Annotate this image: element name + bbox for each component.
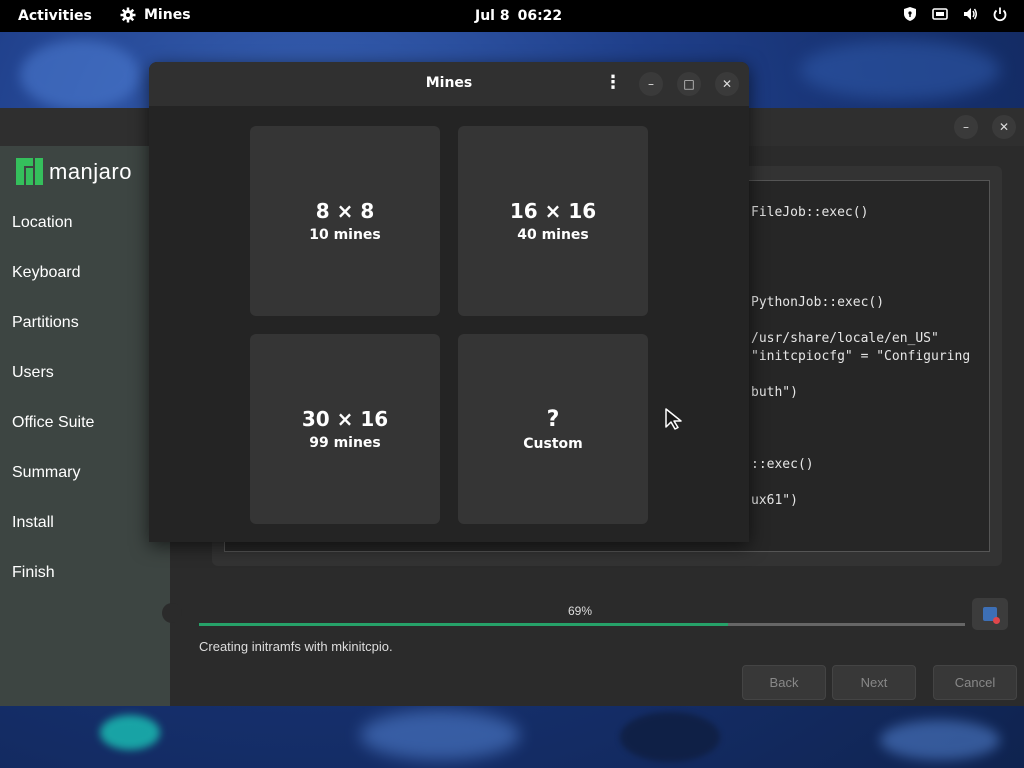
board-size-label: 8 × 8: [315, 199, 375, 223]
back-button[interactable]: Back: [742, 665, 826, 700]
brand-name: manjaro: [49, 158, 132, 184]
step-keyboard: Keyboard: [12, 264, 81, 281]
power-icon: [993, 7, 1007, 22]
wallpaper-shape: [800, 40, 1000, 100]
log-toggle-icon: [983, 607, 1000, 624]
wallpaper-shape: [20, 40, 140, 110]
maximize-icon: □: [683, 77, 695, 91]
installer-sidebar: manjaro Location Keyboard Partitions Use…: [0, 146, 182, 706]
clock-date: Jul 8: [475, 8, 510, 24]
wallpaper-shape: [100, 715, 160, 750]
mines-headerbar: Mines ⋮ – □ ✕: [149, 62, 749, 106]
status-text: Creating initramfs with mkinitcpio.: [199, 639, 393, 654]
progress-percent: 69%: [568, 604, 593, 618]
board-16x16-button[interactable]: 16 × 16 40 mines: [458, 126, 648, 316]
privacy-shield-icon: [904, 7, 916, 21]
log-line: FileJob::exec(): [751, 205, 869, 220]
gear-icon: [120, 7, 136, 23]
top-bar: Activities Mines Jul 8 06:22: [0, 0, 1024, 32]
step-users: Users: [12, 364, 54, 381]
step-location: Location: [12, 214, 73, 231]
mine-count-label: 10 mines: [309, 227, 381, 243]
clock-button[interactable]: Jul 8 06:22: [475, 8, 562, 24]
main-menu-button[interactable]: ⋮: [604, 74, 622, 92]
board-size-label: 30 × 16: [301, 407, 389, 431]
close-button[interactable]: ✕: [992, 115, 1016, 139]
maximize-button[interactable]: □: [677, 72, 701, 96]
question-mark-icon: ?: [546, 406, 560, 432]
mine-count-label: 99 mines: [309, 435, 381, 451]
minimize-icon: –: [963, 120, 969, 134]
minimize-button[interactable]: –: [639, 72, 663, 96]
system-tray[interactable]: [902, 6, 1008, 22]
app-menu-label: Mines: [144, 7, 191, 23]
log-line: PythonJob::exec(): [751, 295, 885, 310]
log-line: buth"): [751, 385, 798, 400]
log-line: ::exec(): [751, 457, 814, 472]
step-office-suite: Office Suite: [12, 414, 95, 431]
board-size-label: 16 × 16: [509, 199, 597, 223]
minimize-icon: –: [648, 77, 654, 91]
next-button[interactable]: Next: [832, 665, 916, 700]
log-line: /usr/share/locale/en_US": [751, 331, 939, 346]
step-summary: Summary: [12, 464, 81, 481]
toggle-log-button[interactable]: [972, 598, 1008, 630]
wallpaper-shape: [620, 712, 720, 762]
close-button[interactable]: ✕: [715, 72, 739, 96]
step-install: Install: [12, 514, 54, 531]
manjaro-logo: manjaro: [16, 158, 132, 185]
board-8x8-button[interactable]: 8 × 8 10 mines: [250, 126, 440, 316]
close-icon: ✕: [998, 120, 1010, 134]
board-30x16-button[interactable]: 30 × 16 99 mines: [250, 334, 440, 524]
activities-button[interactable]: Activities: [18, 8, 92, 24]
step-finish: Finish: [12, 564, 55, 581]
wallpaper-shape: [360, 710, 520, 760]
mine-count-label: 40 mines: [517, 227, 589, 243]
custom-label: Custom: [523, 435, 583, 452]
step-list: Location Keyboard Partitions Users Offic…: [12, 214, 94, 614]
log-line: "initcpiocfg" = "Configuring: [751, 349, 971, 364]
progress-fill: [199, 623, 728, 626]
mouse-cursor-icon: [665, 408, 682, 430]
app-menu[interactable]: Mines: [120, 7, 191, 23]
volume-icon: [964, 8, 977, 20]
step-partitions: Partitions: [12, 314, 79, 331]
network-icon: [932, 8, 948, 20]
close-icon: ✕: [721, 77, 733, 91]
progress-bar: [199, 623, 965, 626]
wallpaper-shape: [880, 720, 1000, 760]
board-custom-button[interactable]: ? Custom: [458, 334, 648, 524]
sidebar-handle: [162, 603, 182, 623]
minimize-button[interactable]: –: [954, 115, 978, 139]
cancel-button[interactable]: Cancel: [933, 665, 1017, 700]
clock-time: 06:22: [517, 8, 563, 24]
manjaro-logo-icon: [16, 158, 43, 185]
log-line: ux61"): [751, 493, 798, 508]
mines-window: Mines ⋮ – □ ✕ 8 × 8 10 mines 16 × 16 40 …: [149, 62, 749, 542]
